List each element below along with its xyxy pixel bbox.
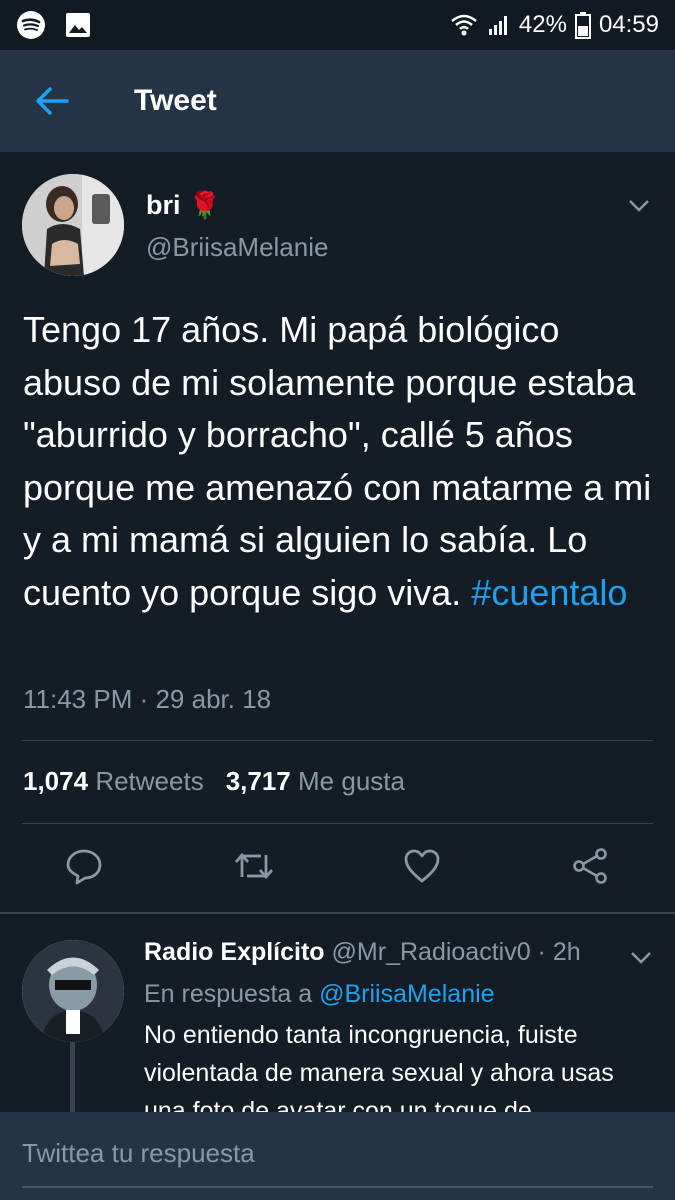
author-avatar[interactable] (22, 174, 124, 276)
battery-percent: 42% (518, 11, 567, 38)
tweet-actions (0, 842, 675, 902)
likes-count: 3,717 (225, 766, 291, 796)
reply-author-name[interactable]: Radio Explícito (144, 938, 325, 966)
gallery-icon (64, 11, 92, 39)
tweet-menu-button[interactable] (623, 190, 655, 222)
divider (22, 740, 653, 741)
signal-icon (487, 13, 511, 37)
rose-emoji: 🌹 (188, 190, 221, 220)
tweet-body: Tengo 17 años. Mi papá biológico abuso d… (23, 309, 652, 613)
reply-menu-button[interactable] (625, 942, 657, 974)
compose-bar (0, 1112, 675, 1200)
share-button[interactable] (566, 842, 614, 890)
spotify-icon (16, 10, 46, 40)
divider (22, 823, 653, 824)
reply-text: No entiendo tanta incongruencia, fuiste … (144, 1021, 614, 1112)
retweets-count: 1,074 (23, 766, 89, 796)
section-divider (0, 912, 675, 914)
author-handle[interactable]: @BriisaMelanie (146, 232, 328, 263)
likes-stat[interactable]: 3,717 Me gusta (226, 766, 405, 797)
share-icon (571, 847, 609, 885)
reply-mention-link[interactable]: @BriisaMelanie (319, 980, 494, 1008)
likes-label: Me gusta (298, 766, 405, 796)
tweet-stats: 1,074 Retweets 3,717 Me gusta (23, 766, 405, 797)
reply-button[interactable] (60, 842, 108, 890)
hashtag-link[interactable]: #cuentalo (471, 572, 627, 613)
retweet-button[interactable] (230, 842, 278, 890)
retweet-icon (233, 849, 275, 883)
author-name[interactable]: bri 🌹 (146, 190, 221, 221)
reply-author-handle[interactable]: @Mr_Radioactiv0 · 2h (332, 938, 581, 966)
retweets-label: Retweets (95, 766, 204, 796)
tweet-timestamp: 11:43 PM · 29 abr. 18 (23, 684, 272, 714)
reply-header: Radio Explícito @Mr_Radioactiv0 · 2h (144, 938, 581, 967)
clock: 04:59 (598, 11, 659, 38)
reply-icon (65, 847, 103, 885)
author-name-text: bri (146, 190, 181, 220)
wifi-icon (449, 12, 479, 38)
battery-icon (574, 11, 591, 39)
page-title: Tweet (134, 84, 217, 117)
like-button[interactable] (398, 842, 446, 890)
arrow-left-icon (35, 86, 69, 116)
reply-author-avatar[interactable] (22, 940, 124, 1042)
thread-line (70, 1042, 75, 1117)
in-reply-to: En respuesta a @BriisaMelanie (144, 980, 495, 1009)
status-bar: 42% 04:59 (0, 0, 675, 50)
back-button[interactable] (24, 73, 80, 129)
retweets-stat[interactable]: 1,074 Retweets (23, 766, 204, 797)
reply-input[interactable] (22, 1138, 642, 1169)
in-reply-prefix: En respuesta a (144, 980, 313, 1008)
chevron-down-icon (628, 199, 650, 213)
input-underline (22, 1186, 653, 1188)
heart-icon (403, 848, 441, 884)
tweet-text: Tengo 17 años. Mi papá biológico abuso d… (23, 304, 653, 619)
app-header: Tweet (0, 50, 675, 152)
chevron-down-icon (630, 951, 652, 965)
